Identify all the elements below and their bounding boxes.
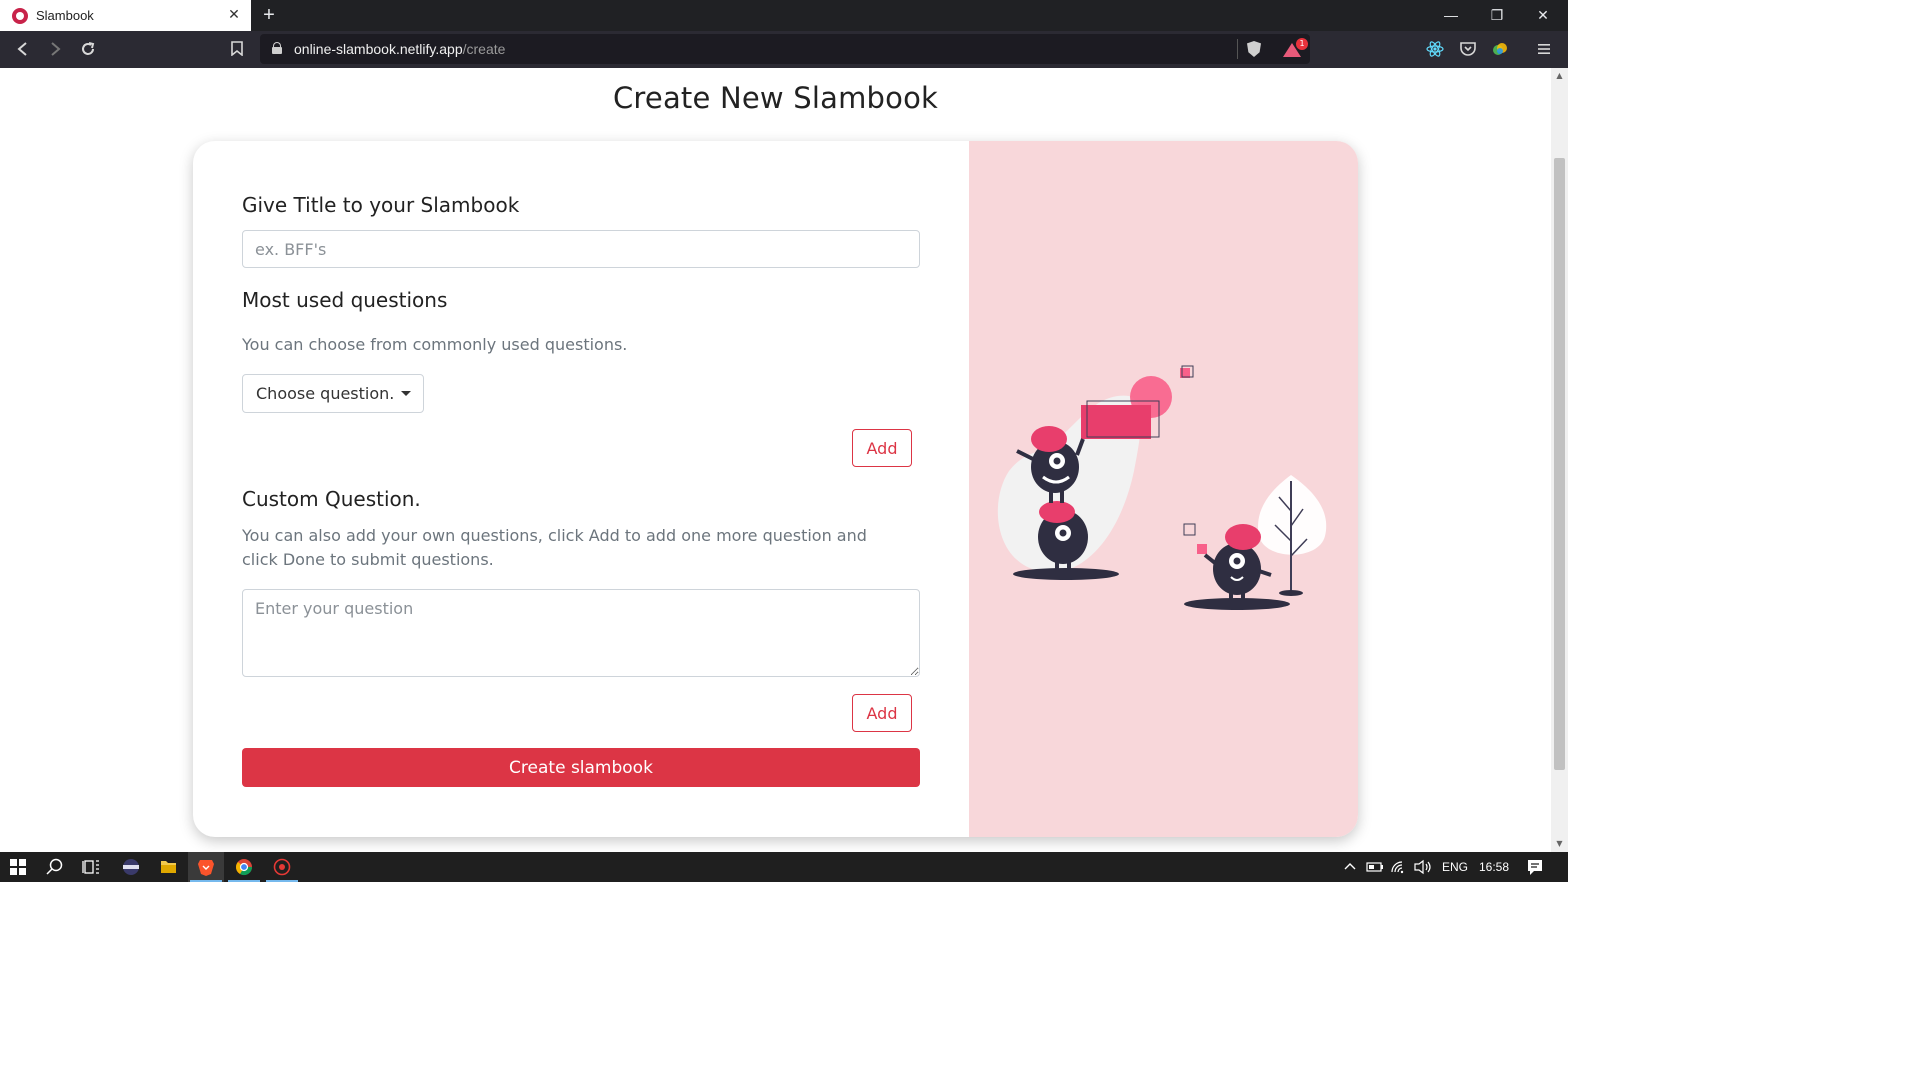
taskbar-recorder[interactable] (264, 852, 300, 882)
battery-icon (1366, 862, 1383, 872)
react-devtools-icon[interactable] (1426, 40, 1444, 58)
clock-time[interactable]: 16:58 (1479, 860, 1509, 874)
task-view-button[interactable] (73, 852, 109, 882)
tray-show-hidden[interactable] (1340, 852, 1360, 882)
back-button[interactable] (10, 37, 36, 61)
slambook-favicon-icon (12, 7, 28, 24)
record-icon (273, 858, 291, 876)
input-language[interactable]: ENG (1442, 860, 1468, 874)
scroll-down-icon[interactable]: ▼ (1551, 836, 1568, 852)
slambook-title-input[interactable] (242, 230, 920, 268)
page-title: Create New Slambook (612, 81, 939, 115)
restore-window-button[interactable]: ❐ (1474, 0, 1520, 31)
back-arrow-icon (17, 42, 27, 56)
start-button[interactable] (0, 852, 36, 882)
close-window-button[interactable]: ✕ (1520, 0, 1566, 31)
illustration-panel (969, 141, 1358, 837)
page-content: Create New Slambook Give Title to your S… (0, 68, 1551, 852)
url-host: online-slambook.netlify.app (294, 41, 463, 57)
colorful-extension-icon[interactable] (1491, 40, 1509, 58)
taskbar-app-generic[interactable] (113, 852, 149, 882)
forward-button[interactable] (42, 37, 68, 61)
new-tab-button[interactable]: + (258, 3, 280, 27)
custom-question-textarea[interactable] (242, 589, 920, 677)
address-bar[interactable]: online-slambook.netlify.app/create 1 (260, 34, 1310, 64)
lock-icon (272, 42, 282, 54)
taskbar-brave-browser[interactable] (188, 852, 224, 882)
most-used-heading: Most used questions (242, 288, 448, 312)
scroll-thumb[interactable] (1554, 158, 1565, 770)
notification-icon (1528, 860, 1542, 875)
custom-question-heading: Custom Question. (242, 487, 421, 511)
folder-icon (161, 861, 176, 873)
add-common-question-button[interactable]: Add (852, 429, 912, 467)
reload-button[interactable] (75, 37, 101, 61)
taskbar-file-explorer[interactable] (150, 852, 186, 882)
scroll-up-icon[interactable]: ▲ (1551, 68, 1568, 84)
most-used-help-text: You can choose from commonly used questi… (242, 335, 628, 354)
tab-title: Slambook (36, 8, 94, 23)
forward-arrow-icon (51, 42, 61, 56)
search-icon (46, 858, 63, 875)
monsters-illustration (997, 365, 1327, 610)
speaker-icon (1414, 859, 1431, 875)
pocket-icon[interactable] (1459, 40, 1477, 58)
title-section-heading: Give Title to your Slambook (242, 193, 520, 217)
bookmark-icon (231, 41, 243, 57)
reload-icon (82, 42, 95, 55)
volume-control[interactable] (1411, 852, 1435, 882)
create-slambook-card: Give Title to your Slambook Most used qu… (193, 141, 1358, 837)
brave-shields-icon[interactable] (1247, 41, 1261, 57)
chrome-icon (235, 859, 253, 876)
app-icon (123, 859, 139, 875)
choose-question-label: Choose question. (256, 384, 395, 403)
bookmark-button[interactable] (224, 37, 250, 61)
chevron-up-icon (1344, 863, 1356, 870)
brave-lion-icon (198, 860, 214, 876)
custom-question-help-text: You can also add your own questions, cli… (242, 526, 867, 569)
wifi-icon (1391, 861, 1404, 874)
create-slambook-button[interactable]: Create slambook (242, 748, 920, 787)
task-view-icon (82, 860, 99, 874)
caret-down-icon (401, 391, 411, 396)
minimize-window-button[interactable]: — (1428, 0, 1474, 31)
rewards-badge: 1 (1296, 38, 1308, 50)
menu-icon[interactable] (1537, 41, 1555, 59)
close-tab-icon[interactable]: ✕ (225, 6, 243, 24)
browser-tab[interactable]: Slambook ✕ (0, 0, 251, 31)
choose-question-dropdown[interactable]: Choose question. (242, 374, 424, 413)
add-custom-question-button[interactable]: Add (852, 694, 912, 732)
taskbar-chrome[interactable] (226, 852, 262, 882)
browser-toolbar: online-slambook.netlify.app/create 1 (0, 31, 1568, 68)
url-text: online-slambook.netlify.app/create (294, 41, 505, 57)
windows-logo-icon (10, 859, 26, 875)
url-path: /create (462, 41, 506, 57)
search-button[interactable] (37, 852, 73, 882)
battery-status[interactable] (1364, 852, 1386, 882)
browser-tab-bar: Slambook ✕ + — ❐ ✕ (0, 0, 1568, 31)
windows-taskbar: ENG 16:58 (0, 852, 1568, 882)
network-status[interactable] (1388, 852, 1410, 882)
action-center-button[interactable] (1520, 852, 1550, 882)
url-divider (1237, 39, 1238, 59)
page-scrollbar[interactable]: ▲ ▼ (1551, 68, 1568, 852)
